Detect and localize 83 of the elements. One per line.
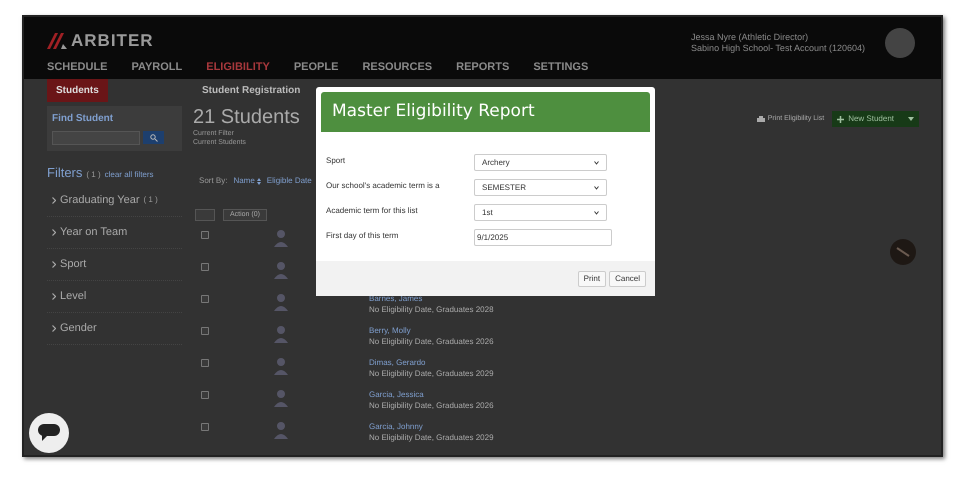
select-field[interactable]: 1st <box>474 204 607 221</box>
row-checkbox[interactable] <box>201 423 209 431</box>
filter-item[interactable]: Sport <box>60 256 86 272</box>
date-field[interactable]: 9/1/2025 <box>474 229 612 246</box>
nav-tab[interactable]: ELIGIBILITY <box>206 59 270 76</box>
field-label: First day of this term <box>326 230 400 242</box>
chevron-right-icon <box>52 260 56 268</box>
sort-link[interactable]: Eligible Date <box>266 175 312 187</box>
subnav-tab[interactable]: Student Registration <box>193 79 310 102</box>
user-name: Jessa Nyre (Athletic Director) <box>691 32 810 43</box>
select-field[interactable]: SEMESTER <box>474 179 607 196</box>
chevron-down-icon <box>594 160 599 164</box>
nav-tab[interactable]: RESOURCES <box>362 59 432 76</box>
student-detail: No Eligibility Date, Graduates 2026 <box>369 400 494 411</box>
filters-count: ( 1 ) <box>86 169 101 181</box>
nav-tab[interactable]: REPORTS <box>456 59 510 76</box>
person-icon <box>274 229 288 247</box>
account-name: Sabino High School- Test Account (120604) <box>691 43 865 54</box>
student-detail: No Eligibility Date, Graduates 2029 <box>369 368 494 379</box>
person-icon <box>274 325 288 343</box>
search-button[interactable] <box>143 131 164 144</box>
student-detail: No Eligibility Date, Graduates 2026 <box>369 336 494 347</box>
student-name-link[interactable]: Barnes, James <box>369 293 494 304</box>
chevron-right-icon <box>52 324 56 332</box>
person-icon <box>274 261 288 279</box>
student-name-link[interactable]: Garcia, Johnny <box>369 421 494 432</box>
filters-title: Filters <box>47 164 82 182</box>
field-label: Academic term for this list <box>326 205 419 217</box>
row-checkbox[interactable] <box>201 295 209 303</box>
search-field[interactable] <box>52 131 140 145</box>
chevron-down-icon <box>594 186 599 190</box>
avatar-icon[interactable] <box>885 28 915 58</box>
select-all-dropdown[interactable] <box>195 209 215 221</box>
chevron-down-icon <box>594 210 599 214</box>
sort-link[interactable]: Name <box>233 175 261 187</box>
subnav-tab[interactable]: Students <box>47 79 108 102</box>
student-detail: No Eligibility Date, Graduates 2029 <box>369 432 494 443</box>
plus-icon <box>837 116 844 122</box>
chevron-right-icon <box>52 228 56 236</box>
row-checkbox[interactable] <box>201 391 209 399</box>
row-checkbox[interactable] <box>201 231 209 239</box>
nav-tab[interactable]: PEOPLE <box>294 59 338 76</box>
chevron-right-icon <box>52 292 56 300</box>
clear-filters-link[interactable]: clear all filters <box>104 169 154 181</box>
new-student-button[interactable]: New Student <box>832 111 919 127</box>
sort-icon <box>256 178 261 184</box>
filter-item[interactable]: Level <box>60 288 86 304</box>
student-name-link[interactable]: Berry, Molly <box>369 325 494 336</box>
row-checkbox[interactable] <box>201 263 209 271</box>
chat-icon <box>38 424 60 442</box>
dialog-button[interactable]: Cancel <box>609 270 646 286</box>
sort-label: Sort By: <box>199 175 228 187</box>
feedback-icon[interactable] <box>890 239 916 265</box>
chevron-right-icon <box>52 196 56 204</box>
section-title: Find Student <box>52 112 114 126</box>
person-icon <box>274 389 288 407</box>
field-label: Sport <box>326 155 346 167</box>
filter-count: ( 1 ) <box>144 194 158 206</box>
person-icon <box>274 293 288 311</box>
logo-icon <box>47 32 67 48</box>
modal-title: Master Eligibility Report <box>321 92 650 132</box>
printer-icon <box>756 116 765 122</box>
field-label: Our school's academic term is a <box>326 180 441 192</box>
chat-button[interactable] <box>29 413 69 453</box>
student-name-link[interactable]: Dimas, Gerardo <box>369 357 494 368</box>
student-name-link[interactable]: Garcia, Jessica <box>369 389 494 400</box>
logo-text: ARBITER <box>71 32 154 49</box>
caret-icon <box>908 117 914 121</box>
filter-item[interactable]: Gender <box>60 320 97 336</box>
nav-tab[interactable]: SCHEDULE <box>47 59 108 76</box>
person-icon <box>274 357 288 375</box>
page-title: 21 Students <box>193 105 300 129</box>
select-field[interactable]: Archery <box>474 154 607 171</box>
row-checkbox[interactable] <box>201 327 209 335</box>
student-detail: No Eligibility Date, Graduates 2028 <box>369 304 494 315</box>
filter-item[interactable]: Graduating Year <box>60 192 140 208</box>
search-icon <box>150 134 158 142</box>
nav-tab[interactable]: PAYROLL <box>132 59 182 76</box>
nav-tab[interactable]: SETTINGS <box>533 59 588 76</box>
dialog-button[interactable]: Print <box>578 270 606 286</box>
person-icon <box>274 421 288 439</box>
row-checkbox[interactable] <box>201 359 209 367</box>
filter-item[interactable]: Year on Team <box>60 224 128 240</box>
